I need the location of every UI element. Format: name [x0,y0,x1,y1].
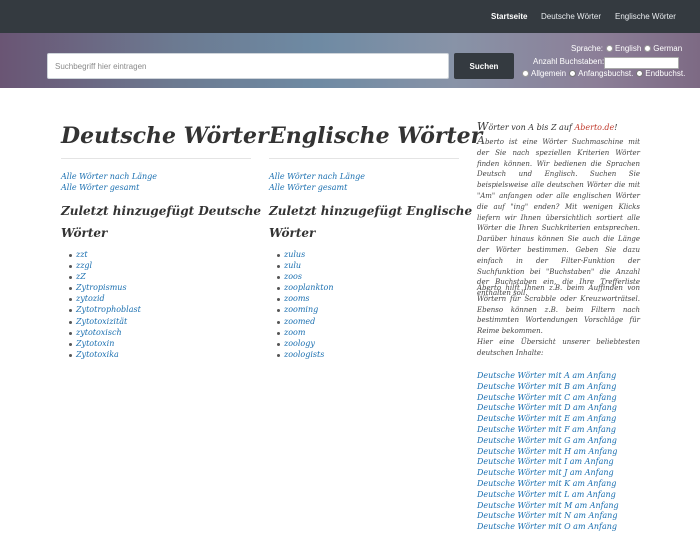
radio-german[interactable] [644,45,652,52]
german-word[interactable]: Zytotrophoblast [68,304,141,315]
popular-link[interactable]: Deutsche Wörter mit F am Anfang [477,425,619,436]
letter-count-input[interactable] [604,57,679,69]
german-word[interactable]: Zytotoxika [68,349,141,360]
popular-link[interactable]: Deutsche Wörter mit G am Anfang [477,436,619,447]
english-word[interactable]: zoos [276,271,333,282]
german-recent-title-1: Zuletzt hinzugefügt Deutsche [61,204,262,218]
top-navbar: Startseite Deutsche Wörter Englische Wör… [0,0,700,33]
search-band: Suchen Sprache: English German Anzahl Buch… [0,33,700,88]
language-selector: Sprache: English German [571,44,682,54]
radio-endbuchst[interactable] [636,70,644,77]
count-label: Anzahl Buchstaben: [533,57,605,66]
radio-anfangsbuchst-label: Anfangsbuchst. [578,69,634,78]
english-word-list: zulus zulu zoos zooplankton zooms zoomin… [276,249,333,360]
popular-link[interactable]: Deutsche Wörter mit K am Anfang [477,479,619,490]
english-link-all[interactable]: Alle Wörter gesamt [269,183,347,193]
popular-link[interactable]: Deutsche Wörter mit N am Anfang [477,511,619,522]
german-word[interactable]: Zytropismus [68,282,141,293]
german-word[interactable]: zzgl [68,260,141,271]
english-word[interactable]: zoology [276,338,333,349]
sidebar-heading-initial: W [477,120,489,133]
intro-initial: A [477,134,485,147]
popular-link[interactable]: Deutsche Wörter mit A am Anfang [477,371,619,382]
radio-endbuchst-label: Endbuchst. [645,69,686,78]
english-word[interactable]: zooming [276,304,333,315]
german-word[interactable]: zytotoxisch [68,327,141,338]
english-recent-title-2: Wörter [269,226,316,240]
popular-link[interactable]: Deutsche Wörter mit C am Anfang [477,393,619,404]
radio-allgemein[interactable] [522,70,529,77]
english-word[interactable]: zooplankton [276,282,333,293]
radio-english[interactable] [606,45,614,52]
search-button[interactable]: Suchen [454,53,514,79]
german-word-list: zzt zzgl zZ Zytropismus zytozid Zytotrop… [68,249,141,360]
intro-paragraph: Aberto ist eine Wörter Suchmaschine mit … [477,134,640,299]
german-link-by-length[interactable]: Alle Wörter nach Länge [61,172,157,182]
popular-link[interactable]: Deutsche Wörter mit E am Anfang [477,414,619,425]
popular-link[interactable]: Deutsche Wörter mit O am Anfang [477,522,619,533]
english-word[interactable]: zoologists [276,349,333,360]
english-divider [269,158,459,159]
popular-link[interactable]: Deutsche Wörter mit D am Anfang [477,403,619,414]
german-word[interactable]: zZ [68,271,141,282]
language-label: Sprache: [571,44,604,53]
english-word[interactable]: zulu [276,260,333,271]
german-link-all[interactable]: Alle Wörter gesamt [61,183,139,193]
popular-link[interactable]: Deutsche Wörter mit L am Anfang [477,490,619,501]
popular-link[interactable]: Deutsche Wörter mit M am Anfang [477,501,619,512]
english-recent-title-1: Zuletzt hinzugefügt Englische [269,204,473,218]
sidebar-heading-text: örter von A bis Z auf [488,123,575,132]
english-title: Englische Wörter [269,123,483,149]
brand-link[interactable]: Aberto.de [574,123,614,132]
radio-german-label: German [653,44,683,53]
sidebar-heading: Wörter von A bis Z auf Aberto.de! [477,120,617,133]
sidebar-heading-suffix: ! [614,123,618,132]
radio-english-label: English [615,44,642,53]
nav-link-deutsche-woerter[interactable]: Deutsche Wörter [541,12,601,21]
german-word[interactable]: Zytotoxizität [68,316,141,327]
popular-link[interactable]: Deutsche Wörter mit I am Anfang [477,457,619,468]
popular-links-list: Deutsche Wörter mit A am Anfang Deutsche… [477,371,619,533]
popular-link[interactable]: Deutsche Wörter mit B am Anfang [477,382,619,393]
german-word[interactable]: zzt [68,249,141,260]
radio-anfangsbuchst[interactable] [569,70,577,77]
german-divider [61,158,251,159]
english-word[interactable]: zoom [276,327,333,338]
english-word[interactable]: zoomed [276,316,333,327]
english-word[interactable]: zooms [276,293,333,304]
position-selector: Allgemein Anfangsbuchst. Endbuchst. [519,69,685,79]
nav-link-englische-woerter[interactable]: Englische Wörter [615,12,676,21]
english-link-by-length[interactable]: Alle Wörter nach Länge [269,172,365,182]
german-title: Deutsche Wörter [61,123,269,149]
nav-link-startseite[interactable]: Startseite [491,12,527,21]
radio-allgemein-label: Allgemein [531,69,567,78]
english-word[interactable]: zulus [276,249,333,260]
search-input[interactable] [47,53,449,79]
german-word[interactable]: Zytotoxin [68,338,141,349]
usage-paragraph: Aberto hilft Ihnen z.B. beim Auffinden v… [477,284,640,336]
popular-link[interactable]: Deutsche Wörter mit H am Anfang [477,447,619,458]
german-word[interactable]: zytozid [68,293,141,304]
overview-paragraph: Hier eine Übersicht unserer beliebtesten… [477,338,640,357]
german-recent-title-2: Wörter [61,226,108,240]
popular-link[interactable]: Deutsche Wörter mit J am Anfang [477,468,619,479]
intro-text: berto ist eine Wörter Suchmaschine mit d… [477,138,640,298]
